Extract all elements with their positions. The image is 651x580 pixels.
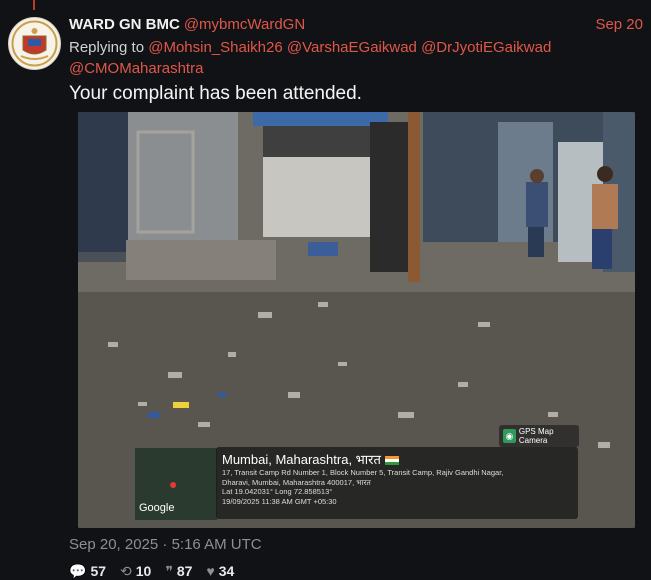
retweet-count: 10: [135, 563, 152, 579]
replying-to-label: Replying to: [69, 39, 145, 56]
retweet-icon: ⟲: [120, 562, 132, 579]
author-handle[interactable]: @mybmcWardGN: [184, 16, 305, 33]
tweet-timestamp[interactable]: Sep 20, 2025 · 5:16 AM UTC: [69, 536, 262, 553]
thread-connector-line: [33, 0, 35, 10]
like-stat[interactable]: ♥ 34: [206, 562, 234, 580]
replying-to: Replying to @Mohsin_Shaikh26 @VarshaEGai…: [69, 37, 629, 79]
tweet-date[interactable]: Sep 20: [595, 15, 643, 35]
avatar[interactable]: [8, 17, 61, 70]
mention-link[interactable]: @Mohsin_Shaikh26: [148, 39, 282, 56]
map-camera-icon: ◉: [503, 429, 516, 443]
quote-count: 87: [176, 563, 193, 579]
reply-count: 57: [90, 563, 107, 579]
like-count: 34: [218, 563, 235, 579]
retweet-stat[interactable]: ⟲ 10: [120, 562, 151, 580]
tweet-header: WARD GN BMC @mybmcWardGN Sep 20: [69, 15, 643, 35]
heart-icon: ♥: [206, 563, 215, 579]
reply-icon: 💬: [69, 562, 87, 579]
geotag-info: Mumbai, Maharashtra, भारत 17, Transit Ca…: [216, 447, 578, 519]
geotag-coordinates: Lat 19.042031° Long 72.858513°: [222, 487, 333, 496]
mention-link[interactable]: @DrJyotiEGaikwad: [421, 39, 551, 56]
geotag-address-line2: Dharavi, Mumbai, Maharashtra 400017, भार…: [222, 477, 371, 487]
author-name[interactable]: WARD GN BMC: [69, 16, 180, 33]
tweet-text: Your complaint has been attended.: [69, 83, 362, 104]
geotag-location: Mumbai, Maharashtra, भारत: [222, 452, 381, 467]
mention-link[interactable]: @CMOMaharashtra: [69, 60, 203, 77]
quote-stat[interactable]: ❞ 87: [165, 562, 192, 580]
bmc-seal-icon: [11, 20, 58, 67]
reply-stat[interactable]: 💬 57: [69, 562, 106, 580]
google-logo: Google: [139, 502, 175, 514]
location-pin-icon: ●: [169, 476, 178, 492]
india-flag-icon: [384, 456, 399, 465]
geotag-datetime: 19/09/2025 11:38 AM GMT +05:30: [222, 496, 337, 506]
geotag-address-line1: 17, Transit Camp Rd Number 1, Block Numb…: [222, 468, 504, 477]
tweet-photo[interactable]: ◉ GPS Map Camera ● Google Mumbai, Mahara…: [78, 112, 635, 528]
quote-icon: ❞: [165, 562, 173, 579]
tweet-stats: 💬 57 ⟲ 10 ❞ 87 ♥ 34: [69, 562, 248, 580]
gps-map-camera-badge: ◉ GPS Map Camera: [499, 425, 579, 447]
gps-badge-label: GPS Map Camera: [518, 427, 554, 445]
mention-link[interactable]: @VarshaEGaikwad: [287, 39, 417, 56]
map-thumbnail: ● Google: [134, 447, 218, 521]
geotag-location-row: Mumbai, Maharashtra, भारत: [222, 452, 572, 468]
